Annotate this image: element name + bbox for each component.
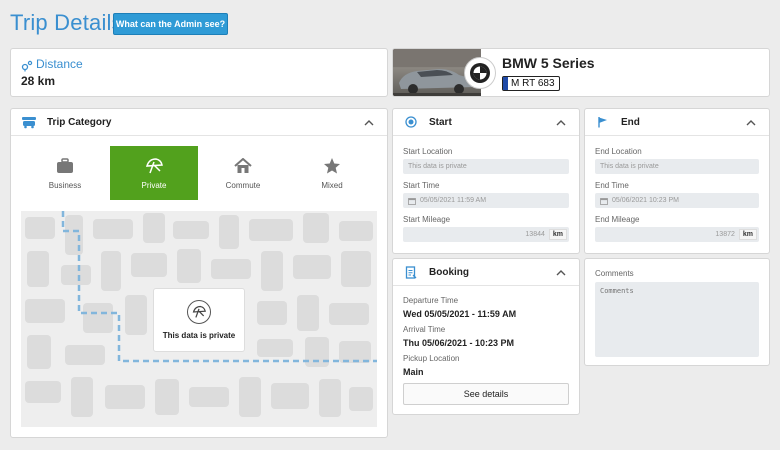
admin-visibility-button[interactable]: What can the Admin see? bbox=[113, 13, 228, 35]
category-commute-label: Commute bbox=[225, 180, 261, 190]
start-card: Start Start Location This data is privat… bbox=[392, 108, 580, 254]
briefcase-icon bbox=[56, 157, 74, 175]
chevron-up-icon[interactable] bbox=[555, 266, 567, 278]
comments-label: Comments bbox=[595, 269, 634, 278]
start-header[interactable]: Start bbox=[393, 109, 579, 136]
arrival-label: Arrival Time bbox=[403, 325, 446, 334]
start-location-field: This data is private bbox=[403, 159, 569, 174]
start-location-value: This data is private bbox=[408, 163, 467, 170]
calendar-icon bbox=[600, 197, 608, 205]
booking-title: Booking bbox=[429, 266, 469, 278]
end-location-field: This data is private bbox=[595, 159, 759, 174]
vehicle-card: BMW 5 Series M RT 683 bbox=[392, 48, 770, 97]
start-mileage-unit: km bbox=[548, 229, 567, 240]
start-time-label: Start Time bbox=[403, 181, 440, 190]
arrival-value: Thu 05/06/2021 - 10:23 PM bbox=[403, 338, 515, 348]
category-business[interactable]: Business bbox=[21, 146, 109, 200]
start-mileage-label: Start Mileage bbox=[403, 215, 451, 224]
chevron-up-icon[interactable] bbox=[745, 116, 757, 128]
comments-input[interactable] bbox=[595, 282, 759, 357]
category-private-label: Private bbox=[141, 180, 167, 190]
distance-card: Distance 28 km bbox=[10, 48, 388, 97]
umbrella-icon bbox=[145, 157, 163, 175]
car-group-icon bbox=[21, 114, 37, 130]
vehicle-name: BMW 5 Series bbox=[502, 55, 595, 71]
start-title: Start bbox=[429, 116, 452, 128]
end-time-field: 05/06/2021 10:23 PM bbox=[595, 193, 759, 208]
map-private-text: This data is private bbox=[162, 331, 236, 340]
category-mixed[interactable]: Mixed bbox=[288, 146, 376, 200]
star-icon bbox=[323, 157, 341, 175]
end-mileage-label: End Mileage bbox=[595, 215, 640, 224]
departure-label: Departure Time bbox=[403, 296, 459, 305]
end-card: End End Location This data is private En… bbox=[584, 108, 770, 254]
pickup-label: Pickup Location bbox=[403, 354, 460, 363]
map-private-overlay: This data is private bbox=[153, 288, 245, 352]
target-icon bbox=[403, 114, 419, 130]
chevron-up-icon[interactable] bbox=[555, 116, 567, 128]
end-time-value: 05/06/2021 10:23 PM bbox=[612, 197, 679, 204]
bmw-logo-icon bbox=[464, 57, 496, 89]
flag-icon bbox=[595, 114, 611, 130]
end-mileage-value: 13872 bbox=[715, 231, 735, 238]
category-business-label: Business bbox=[48, 180, 82, 190]
page-title: Trip Details bbox=[10, 10, 123, 35]
start-mileage-value: 13844 bbox=[525, 231, 545, 238]
license-plate: M RT 683 bbox=[502, 76, 560, 91]
distance-icon bbox=[21, 59, 33, 72]
end-time-label: End Time bbox=[595, 181, 629, 190]
end-location-value: This data is private bbox=[600, 163, 659, 170]
start-location-label: Start Location bbox=[403, 147, 453, 156]
end-mileage-field: 13872 km bbox=[595, 227, 759, 242]
end-title: End bbox=[621, 116, 640, 128]
end-mileage-unit: km bbox=[738, 229, 757, 240]
comments-card: Comments bbox=[584, 258, 770, 366]
trip-category-header[interactable]: Trip Category bbox=[11, 109, 387, 136]
category-mixed-label: Mixed bbox=[321, 180, 343, 190]
start-mileage-field: 13844 km bbox=[403, 227, 569, 242]
category-private[interactable]: Private bbox=[110, 146, 198, 200]
see-details-button[interactable]: See details bbox=[403, 383, 569, 405]
category-commute[interactable]: Commute bbox=[199, 146, 287, 200]
plate-text: M RT 683 bbox=[511, 78, 555, 89]
distance-label: Distance bbox=[36, 57, 83, 71]
end-header[interactable]: End bbox=[585, 109, 769, 136]
start-time-value: 05/05/2021 11:59 AM bbox=[420, 197, 487, 204]
departure-value: Wed 05/05/2021 - 11:59 AM bbox=[403, 309, 517, 319]
calendar-icon bbox=[408, 197, 416, 205]
booking-card: Booking Departure Time Wed 05/05/2021 - … bbox=[392, 258, 580, 415]
trip-category-title: Trip Category bbox=[47, 116, 112, 128]
distance-value: 28 km bbox=[21, 74, 56, 88]
chevron-up-icon[interactable] bbox=[363, 116, 375, 128]
document-icon bbox=[403, 264, 419, 280]
pickup-value: Main bbox=[403, 367, 424, 377]
booking-header[interactable]: Booking bbox=[393, 259, 579, 286]
house-icon bbox=[234, 157, 252, 175]
end-location-label: End Location bbox=[595, 147, 642, 156]
umbrella-icon bbox=[187, 300, 211, 324]
start-time-field: 05/05/2021 11:59 AM bbox=[403, 193, 569, 208]
